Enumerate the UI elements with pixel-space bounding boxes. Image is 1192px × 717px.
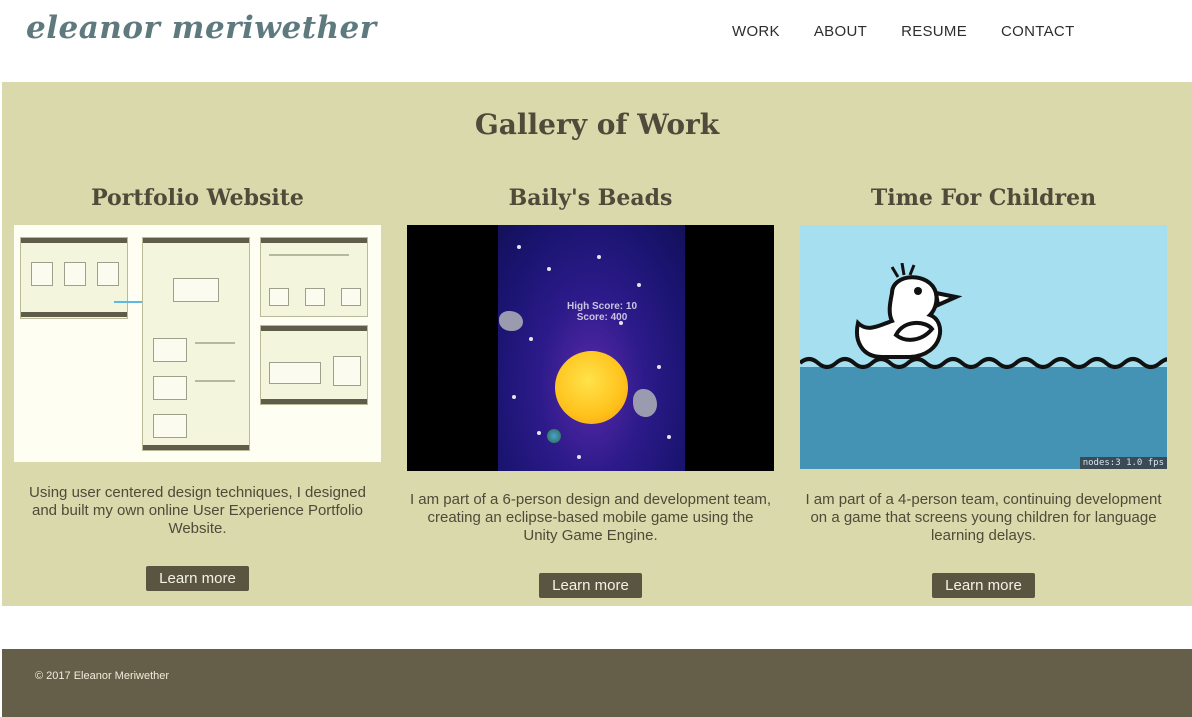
- wireframe-bar: [261, 399, 367, 404]
- project-description: I am part of a 6-person design and devel…: [409, 491, 772, 544]
- star: [657, 365, 661, 369]
- duck-icon: [855, 263, 962, 359]
- star: [547, 267, 551, 271]
- wireframe-line: [269, 254, 349, 256]
- planet: [547, 429, 561, 443]
- learn-more-button[interactable]: Learn more: [932, 573, 1035, 598]
- game-score: High Score: 10 Score: 400: [567, 301, 637, 323]
- wireframe-box: [305, 288, 325, 306]
- high-score-text: High Score: 10: [567, 301, 638, 312]
- nav-resume-link[interactable]: RESUME: [901, 23, 967, 40]
- copyright-text: © 2017 Eleanor Meriwether: [35, 670, 170, 682]
- wireframe-box: [269, 288, 289, 306]
- wireframe-box: [153, 414, 187, 438]
- score-text: Score: 400: [576, 312, 628, 323]
- nav-contact-link[interactable]: CONTACT: [1001, 23, 1074, 40]
- star: [597, 255, 601, 259]
- wireframe-page: [260, 325, 368, 405]
- star: [667, 435, 671, 439]
- asteroid: [499, 311, 523, 331]
- space-background: [498, 225, 685, 471]
- asteroid: [633, 389, 657, 417]
- project-title: Baily's Beads: [508, 185, 673, 211]
- star: [637, 283, 641, 287]
- wireframe-box: [269, 362, 321, 384]
- site-logo[interactable]: eleanor meriwether: [26, 10, 377, 46]
- fps-counter: nodes:3 1.0 fps: [1079, 457, 1167, 469]
- project-card-bailys-beads: Baily's Beads High Score: 10 Score: 400 …: [407, 185, 774, 598]
- wireframe-box: [31, 262, 53, 286]
- wireframe-line: [195, 342, 235, 344]
- learn-more-button[interactable]: Learn more: [146, 566, 249, 591]
- site-header: eleanor meriwether WORK ABOUT RESUME CON…: [0, 0, 1192, 82]
- gallery-section: Gallery of Work Portfolio Website Using …: [2, 82, 1192, 606]
- wireframe-thumbnail[interactable]: [14, 225, 381, 462]
- wireframe-box: [173, 278, 219, 302]
- star: [577, 455, 581, 459]
- star: [517, 245, 521, 249]
- star: [512, 395, 516, 399]
- wireframe-bar: [143, 445, 249, 450]
- wireframe-page: [20, 237, 128, 319]
- project-title: Portfolio Website: [91, 185, 304, 211]
- wireframe-page: [260, 237, 368, 317]
- gallery-title: Gallery of Work: [474, 108, 720, 141]
- learn-more-button[interactable]: Learn more: [539, 573, 642, 598]
- duck-game-screenshot[interactable]: nodes:3 1.0 fps: [800, 225, 1167, 469]
- wireframe-box: [64, 262, 86, 286]
- water: [800, 367, 1167, 469]
- main-nav: WORK ABOUT RESUME CONTACT: [732, 23, 1109, 40]
- wireframe-bar: [21, 238, 127, 243]
- star: [529, 337, 533, 341]
- wireframe-bar: [143, 238, 249, 243]
- wireframe-box: [153, 338, 187, 362]
- nav-work-link[interactable]: WORK: [732, 23, 780, 40]
- project-card-time-for-children: Time For Children nodes:3 1.0 fps I am p…: [800, 185, 1167, 598]
- project-description: Using user centered design techniques, I…: [29, 484, 366, 537]
- wireframe-box: [97, 262, 119, 286]
- wireframe-bar: [261, 238, 367, 243]
- wireframe-bar: [261, 326, 367, 331]
- sun: [555, 351, 628, 424]
- wireframe-box: [341, 288, 361, 306]
- star: [537, 431, 541, 435]
- wireframe-box: [153, 376, 187, 400]
- project-card-portfolio: Portfolio Website Using user centered de…: [14, 185, 381, 591]
- game-screenshot[interactable]: High Score: 10 Score: 400: [407, 225, 774, 471]
- wireframe-box: [333, 356, 361, 386]
- wireframe-line: [195, 380, 235, 382]
- wireframe-bar: [21, 312, 127, 317]
- wireframe-page: [142, 237, 250, 451]
- nav-about-link[interactable]: ABOUT: [814, 23, 867, 40]
- site-footer: © 2017 Eleanor Meriwether: [2, 649, 1192, 717]
- project-description: I am part of a 4-person team, continuing…: [805, 491, 1162, 544]
- project-title: Time For Children: [870, 185, 1097, 211]
